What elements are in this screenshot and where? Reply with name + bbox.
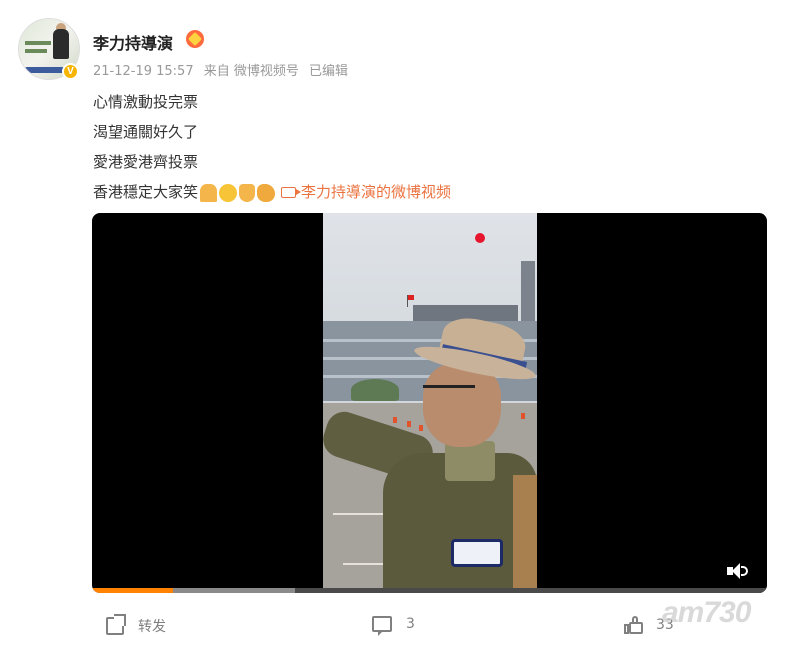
smile-emoji-icon: [219, 184, 238, 202]
comment-button[interactable]: 3: [372, 616, 415, 636]
comment-icon: [372, 616, 392, 636]
video-scene-pocket-square: [451, 539, 503, 567]
watermark-logo: am730: [662, 596, 751, 629]
post-line: 心情激動投完票: [93, 93, 199, 111]
share-icon: [106, 614, 126, 635]
video-frame[interactable]: [323, 213, 537, 590]
author-name[interactable]: 李力持導演: [93, 30, 173, 54]
video-camera-icon: [281, 186, 302, 198]
video-player[interactable]: [92, 213, 767, 593]
thumbs-up-icon: [624, 616, 644, 634]
avatar-text-bar: [25, 41, 51, 45]
verified-badge-icon: V: [62, 63, 79, 80]
post-time[interactable]: 21-12-19 15:57: [93, 64, 194, 79]
clap-emoji-icon: [257, 184, 276, 202]
pray-emoji-icon: [200, 184, 218, 202]
avatar-text-bar: [25, 49, 47, 53]
comment-count: 3: [406, 616, 415, 632]
repost-label: 转发: [138, 619, 166, 635]
video-scene-glasses: [423, 385, 475, 395]
video-progress-bar[interactable]: [92, 588, 767, 593]
video-scene-trees: [351, 379, 399, 401]
thumbs-up-emoji-icon: [239, 184, 256, 202]
avatar-text-bar: [25, 67, 65, 73]
video-link-label: 李力持導演的微博视频: [301, 183, 452, 201]
post-line: 香港穩定大家笑: [93, 183, 199, 201]
video-progress-fill: [92, 588, 173, 593]
weibo-video-logo-icon: [475, 233, 488, 243]
video-scene-collar: [445, 441, 495, 481]
avatar-figure-body: [53, 29, 69, 59]
post-content: 心情激動投完票 渴望通關好久了 愛港愛港齊投票 香港穩定大家笑 李力持導演的微博…: [93, 87, 451, 207]
video-scene-flag: [408, 295, 414, 300]
edited-label[interactable]: 已编辑: [309, 64, 348, 79]
volume-icon[interactable]: [727, 563, 749, 579]
post-line: 愛港愛港齊投票: [93, 153, 199, 171]
video-link[interactable]: 李力持導演的微博视频: [281, 177, 451, 207]
repost-button[interactable]: 转发: [106, 614, 166, 636]
post-line-last: 香港穩定大家笑 李力持導演的微博视频: [93, 177, 451, 207]
post-meta: 21-12-19 15:57 来自 微博视频号 已编辑: [93, 60, 354, 79]
member-badge-icon[interactable]: [186, 30, 204, 48]
post-source: 来自 微博视频号: [203, 64, 299, 79]
post-line: 渴望通關好久了: [93, 123, 199, 141]
video-scene-bag-strap: [513, 475, 537, 590]
